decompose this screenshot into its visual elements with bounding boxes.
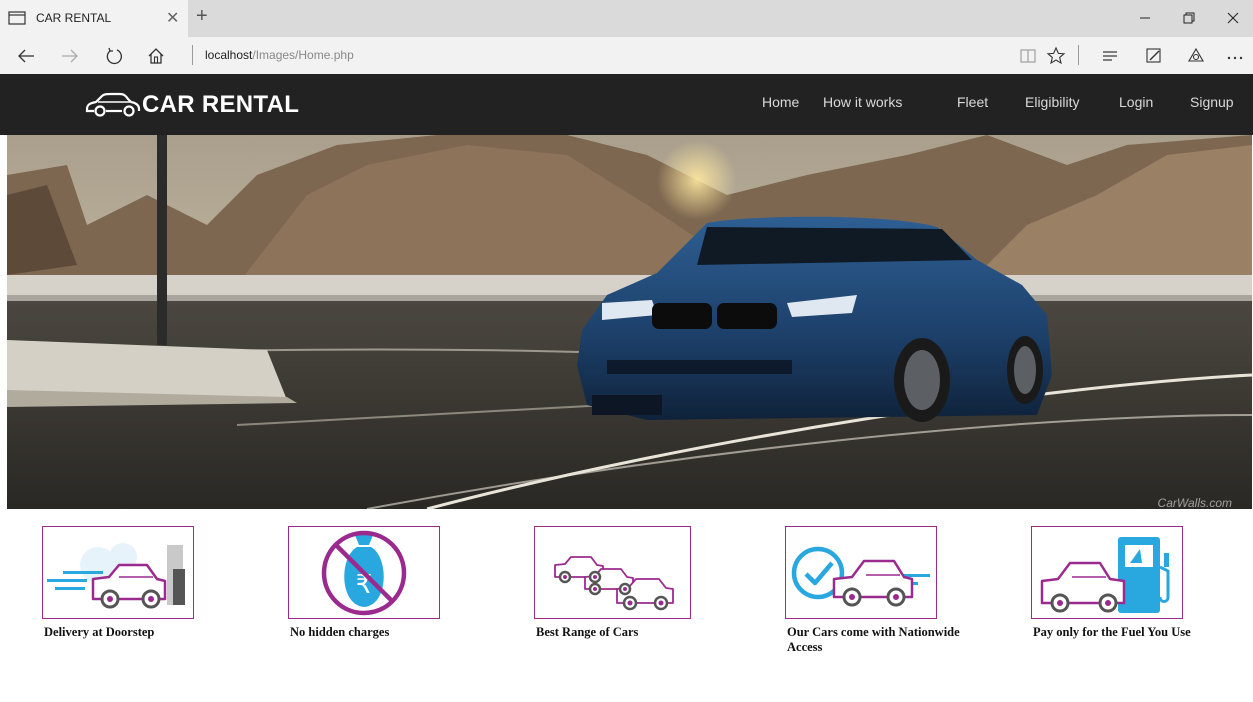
url-host: localhost [205, 48, 253, 62]
nav-fleet[interactable]: Fleet [957, 94, 988, 110]
restore-icon[interactable] [1181, 10, 1197, 26]
reading-view-icon[interactable] [1018, 46, 1038, 66]
browser-address-bar: localhost/Images/Home.php [0, 37, 1253, 74]
hero-watermark: CarWalls.com [1158, 496, 1232, 509]
logo-text: CAR RENTAL [142, 91, 300, 118]
close-window-icon[interactable] [1225, 10, 1241, 26]
browser-tab-bar: CAR RENTAL ✕ + [0, 0, 1253, 37]
toolbar-divider [1078, 45, 1079, 65]
car-range-icon [554, 556, 674, 611]
nav-signup[interactable]: Signup [1190, 94, 1234, 110]
back-icon[interactable] [16, 46, 36, 66]
address-field[interactable]: localhost/Images/Home.php [205, 48, 354, 62]
hero-banner: CarWalls.com [7, 135, 1252, 509]
delivery-car-icon [47, 543, 185, 609]
feature-label: Our Cars come with Nationwide Access [787, 625, 960, 654]
hub-icon[interactable] [1100, 46, 1120, 66]
feature-label: No hidden charges [290, 625, 390, 639]
browser-tab[interactable]: CAR RENTAL ✕ [0, 0, 188, 37]
nav-login[interactable]: Login [1119, 94, 1153, 110]
hero-car-image: CarWalls.com [7, 135, 1252, 509]
nav-how-it-works[interactable]: How it works [823, 94, 902, 110]
fuel-pump-icon [1040, 537, 1170, 613]
share-icon[interactable] [1186, 46, 1206, 66]
new-tab-icon[interactable]: + [196, 5, 208, 28]
car-logo-icon [85, 92, 141, 117]
feature-label: Pay only for the Fuel You Use [1033, 625, 1191, 639]
web-note-icon[interactable] [1144, 46, 1164, 66]
nav-eligibility[interactable]: Eligibility [1025, 94, 1079, 110]
nav-home[interactable]: Home [762, 94, 799, 110]
home-icon[interactable] [146, 46, 166, 66]
tab-title: CAR RENTAL [36, 11, 112, 25]
forward-icon[interactable] [60, 46, 80, 66]
minimize-icon[interactable] [1137, 10, 1153, 26]
refresh-icon[interactable] [104, 46, 124, 66]
feature-label: Best Range of Cars [536, 625, 639, 639]
feature-label: Delivery at Doorstep [44, 625, 155, 639]
url-path: /Images/Home.php [252, 48, 354, 62]
address-divider [192, 45, 193, 65]
site-header: CAR RENTAL Home How it works Fleet Eligi… [0, 74, 1253, 135]
favorite-star-icon[interactable] [1046, 46, 1066, 66]
no-charges-icon: ₹ [321, 530, 407, 616]
nationwide-access-icon [791, 546, 930, 607]
more-icon[interactable] [1225, 46, 1245, 66]
tab-close-icon[interactable]: ✕ [166, 8, 179, 28]
page-icon [8, 11, 26, 25]
